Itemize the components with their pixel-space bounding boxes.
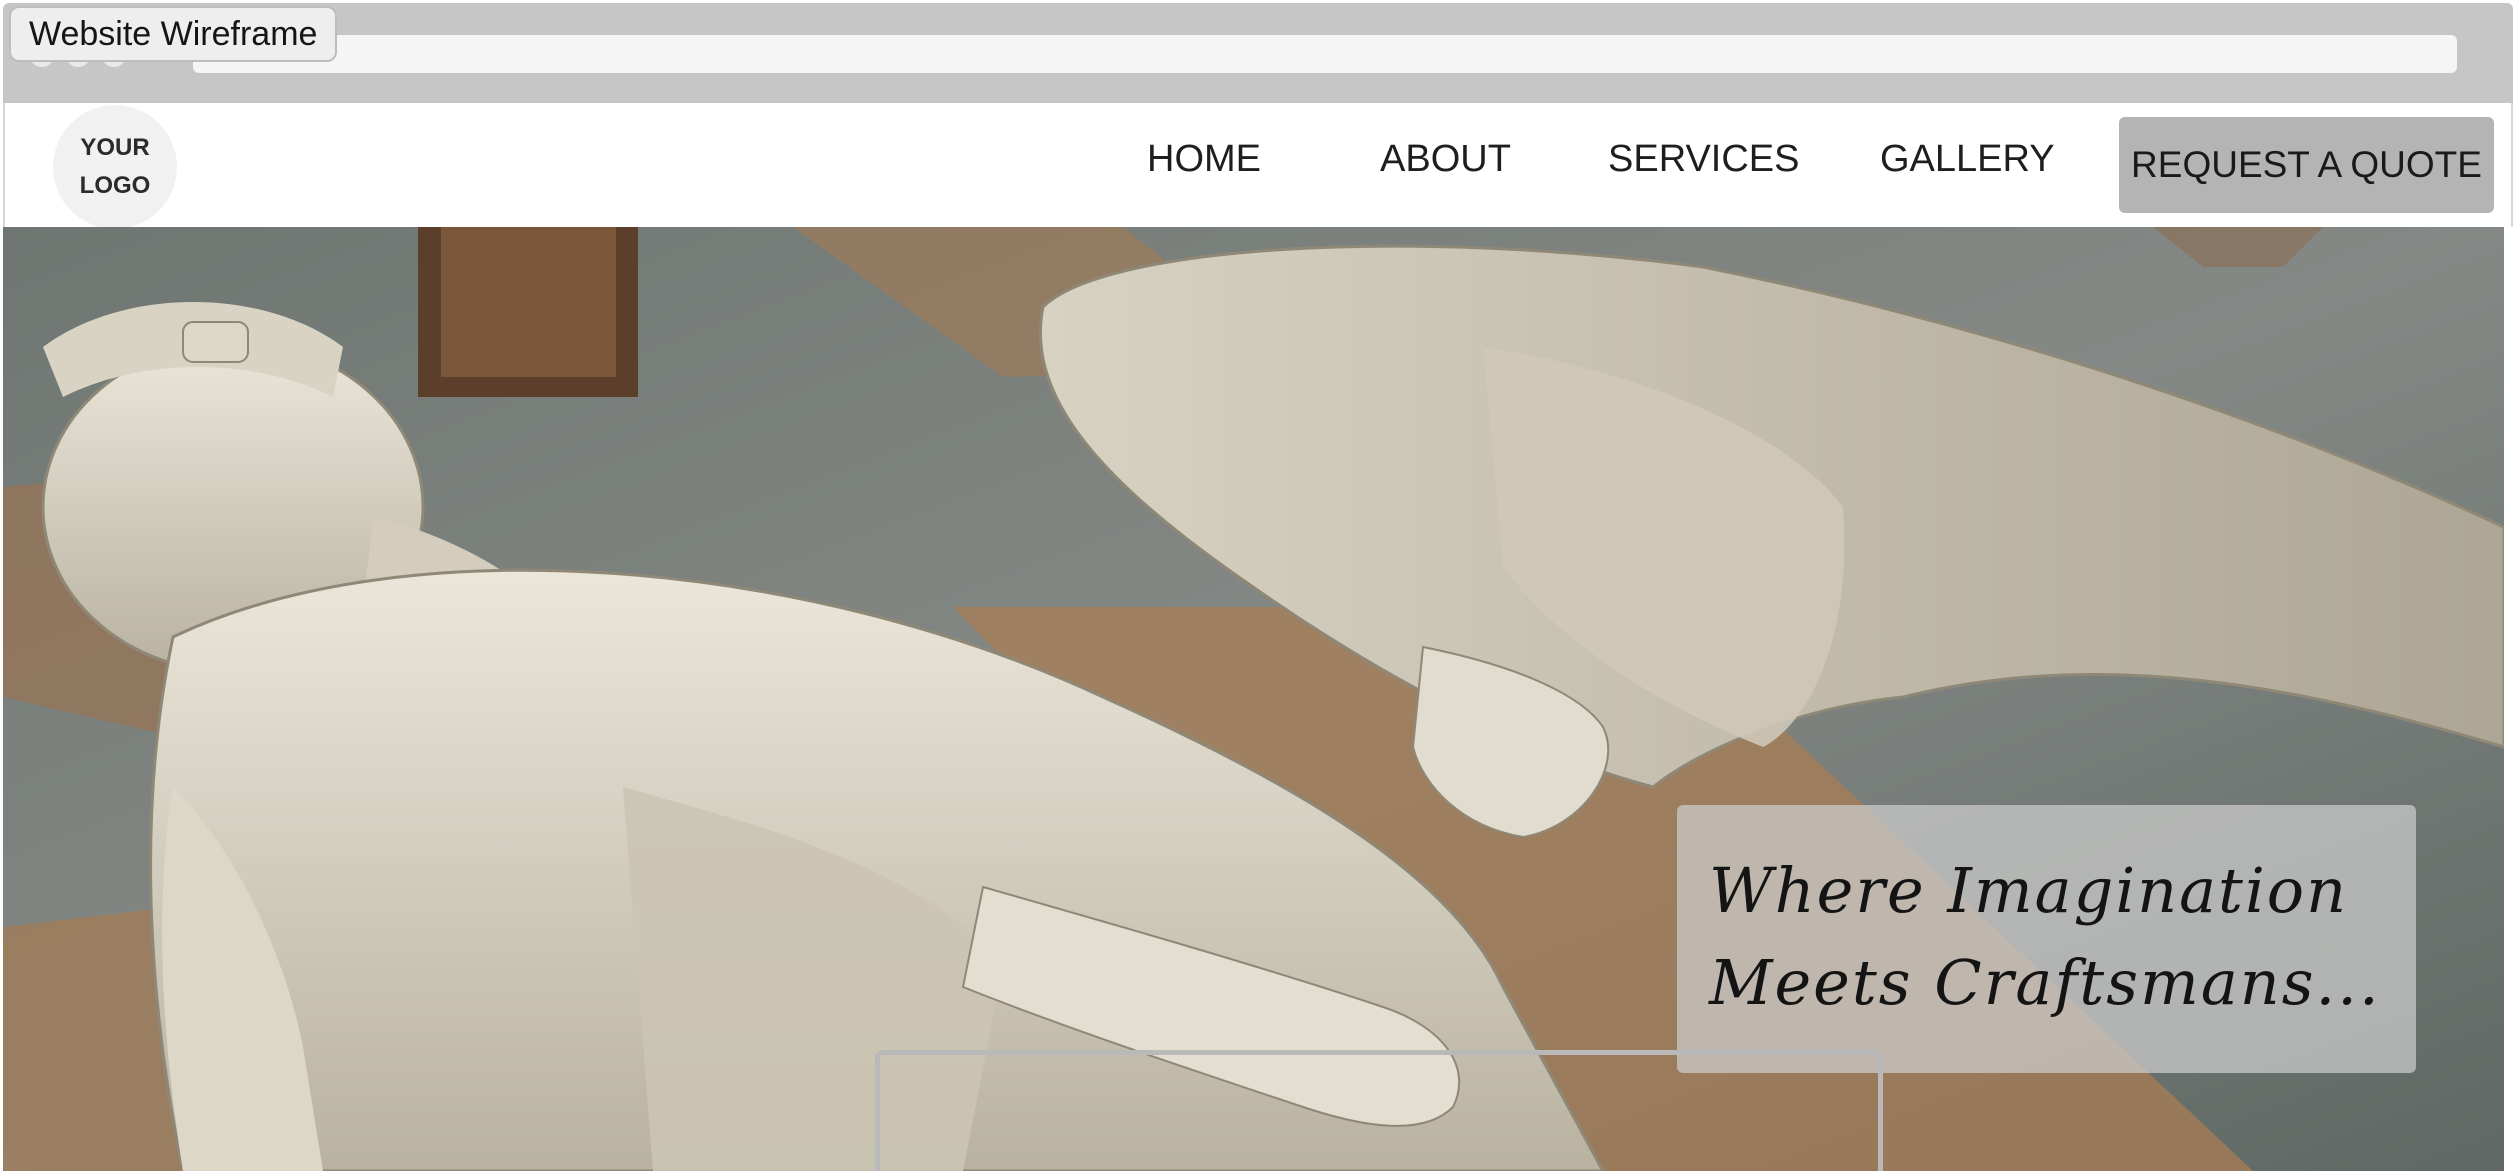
hero-section: Where Imagination Meets Craftsmans... bbox=[3, 227, 2504, 1171]
site-header: YOUR LOGO HOME ABOUT SERVICES GALLERY RE… bbox=[3, 103, 2513, 229]
nav-about[interactable]: ABOUT bbox=[1380, 138, 1511, 181]
address-bar[interactable] bbox=[193, 35, 2457, 73]
wireframe-canvas: Website Wireframe YOUR LOGO HOME ABOUT S… bbox=[0, 0, 2518, 1176]
request-quote-button[interactable]: REQUEST A QUOTE bbox=[2119, 117, 2494, 213]
logo-text: YOUR LOGO bbox=[79, 134, 151, 199]
window-title: Website Wireframe bbox=[9, 6, 338, 62]
nav-home[interactable]: HOME bbox=[1147, 138, 1261, 181]
nav-services[interactable]: SERVICES bbox=[1608, 138, 1799, 181]
nav-gallery[interactable]: GALLERY bbox=[1880, 138, 2055, 181]
logo-placeholder[interactable]: YOUR LOGO bbox=[53, 105, 177, 229]
browser-chrome bbox=[3, 3, 2513, 103]
hero-tagline: Where Imagination Meets Craftsmans... bbox=[1709, 854, 2381, 1019]
tagline-box: Where Imagination Meets Craftsmans... bbox=[1677, 805, 2416, 1073]
content-panel-outline bbox=[875, 1050, 1883, 1171]
